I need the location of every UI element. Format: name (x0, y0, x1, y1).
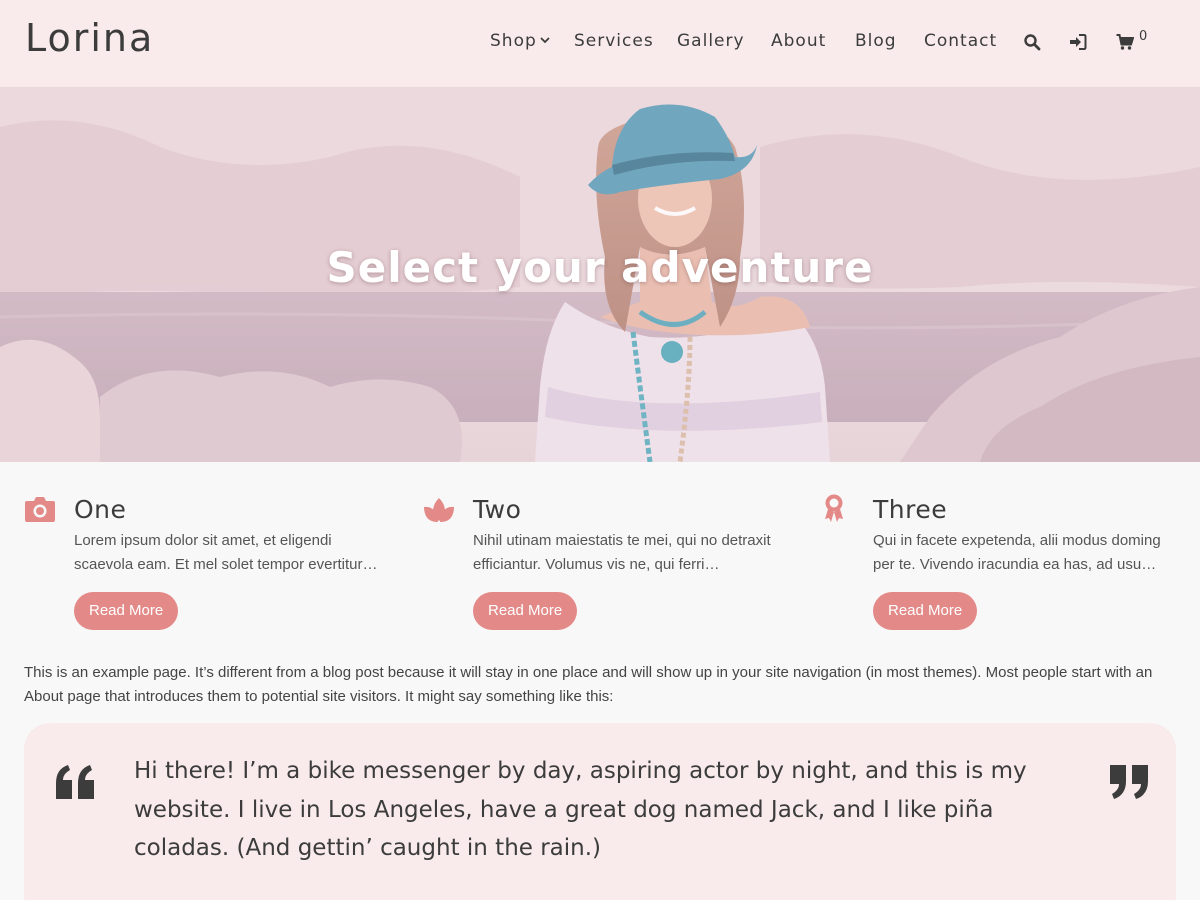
feature-text: Qui in facete expetenda, alii modus domi… (873, 532, 1161, 573)
feature-two: Two Nihil utinam maiestatis te mei, qui … (423, 490, 783, 640)
cart-count-badge[interactable]: 0 (1139, 29, 1147, 44)
login-icon[interactable] (1069, 33, 1087, 51)
quote-text: Hi there! I’m a bike messenger by day, a… (134, 758, 1027, 861)
nav-item-services[interactable]: Services (574, 31, 654, 51)
nav-item-shop[interactable]: Shop (490, 31, 537, 51)
feature-title: Two (473, 495, 522, 524)
award-icon (825, 494, 843, 522)
nav-item-gallery[interactable]: Gallery (677, 31, 745, 51)
main-nav: Shop Services Gallery About Blog Contact… (0, 29, 1200, 55)
feature-three: Three Qui in facete expetenda, alii modu… (823, 490, 1183, 640)
camera-icon (25, 497, 55, 522)
search-icon[interactable] (1023, 33, 1041, 51)
quote-close-icon (1110, 765, 1148, 799)
site-header: Lorina Shop Services Gallery About Blog … (0, 0, 1200, 87)
hero-title: Select your adventure (326, 243, 874, 292)
quote-open-icon (56, 765, 94, 799)
read-more-button[interactable]: Read More (473, 592, 578, 630)
hero-banner: Select your adventure (0, 87, 1200, 462)
blockquote: Hi there! I’m a bike messenger by day, a… (24, 723, 1176, 900)
nav-item-contact[interactable]: Contact (924, 31, 997, 51)
feature-text: Lorem ipsum dolor sit amet, et eligendi … (74, 532, 378, 573)
intro-paragraph: This is an example page. It’s different … (24, 664, 1153, 705)
chevron-down-icon[interactable] (539, 34, 551, 46)
feature-title: Three (873, 495, 948, 524)
read-more-button[interactable]: Read More (873, 592, 978, 630)
feature-text: Nihil utinam maiestatis te mei, qui no d… (473, 532, 771, 573)
cart-icon[interactable] (1116, 33, 1134, 51)
nav-item-about[interactable]: About (771, 31, 826, 51)
nav-item-blog[interactable]: Blog (855, 31, 897, 51)
read-more-button[interactable]: Read More (74, 592, 179, 630)
feature-one: One Lorem ipsum dolor sit amet, et elige… (24, 490, 384, 640)
feature-title: One (74, 495, 127, 524)
lotus-icon (424, 498, 454, 522)
